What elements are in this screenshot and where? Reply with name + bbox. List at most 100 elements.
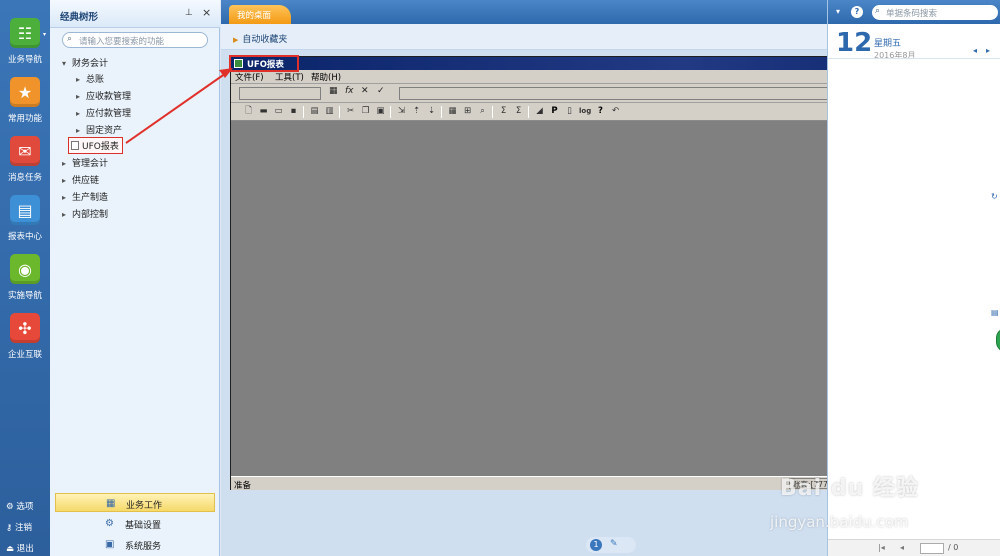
chevron-right-icon: ▸ [62, 210, 67, 219]
exit-button[interactable]: ⏏ 退出 [6, 542, 34, 554]
log-icon[interactable]: log [579, 106, 591, 117]
tree-search-input[interactable]: ⌕ 请输入您要搜索的功能 [62, 32, 208, 48]
tree-node-manufacturing[interactable]: ▸ 生产制造 [62, 190, 108, 203]
main-tab-bar: 我的桌面 [221, 0, 827, 24]
envelope-icon: ✉ [10, 136, 40, 166]
tab-basic-settings[interactable]: ⚙ 基础设置 [55, 514, 215, 533]
toolbar-separator [492, 106, 493, 118]
options-button[interactable]: ⚙ 选项 [6, 500, 33, 512]
page-dot[interactable]: 1 [590, 539, 602, 551]
auto-favorites-link[interactable]: 自动收藏夹 [233, 32, 287, 45]
rail-item-implementation-nav[interactable]: ◉ 实施导航 [0, 254, 50, 312]
tree-node-internal-control[interactable]: ▸ 内部控制 [62, 207, 108, 220]
page-total: / 0 [948, 543, 959, 552]
chevron-right-icon: ▸ [76, 92, 81, 101]
confirm-formula-icon[interactable]: ✓ [377, 86, 385, 96]
rail-item-messages[interactable]: ✉ 消息任务 [0, 136, 50, 194]
logout-button[interactable]: ⚷ 注销 [6, 521, 32, 533]
menu-tools[interactable]: 工具(T) [275, 71, 304, 83]
sort-desc-icon[interactable]: ⇣ [426, 106, 437, 117]
tab-business-work[interactable]: ▦ 业务工作 [55, 493, 215, 512]
cell-reference-input[interactable] [239, 87, 321, 100]
fill-icon[interactable]: ⇲ [396, 106, 407, 117]
ledger-icon: ▦ [106, 498, 116, 509]
message-icon[interactable]: ▤ [991, 308, 1000, 318]
merge-icon[interactable]: ⊞ [462, 106, 473, 117]
calendar-day: 12 [836, 28, 873, 58]
close-icon[interactable]: × [202, 6, 211, 19]
copy-icon[interactable]: ❐ [360, 106, 371, 117]
chevron-right-icon: ▸ [62, 159, 67, 168]
page-number-input[interactable] [920, 543, 944, 554]
ledger-icon: ☷ [10, 18, 40, 48]
sort-asc-icon[interactable]: ⇡ [411, 106, 422, 117]
chart-icon[interactable]: ◢ [534, 106, 545, 117]
tree-node-payables[interactable]: ▸ 应付款管理 [76, 106, 131, 119]
toolbar-separator [339, 106, 340, 118]
chevron-right-icon: ▸ [62, 193, 67, 202]
help-pointer-icon[interactable]: ? [595, 106, 606, 117]
p-icon[interactable]: P [549, 106, 560, 117]
baidu-watermark-logo: Bai du 经验 [780, 476, 919, 501]
find-icon[interactable]: ⌕ [477, 106, 488, 117]
function-wizard-icon[interactable]: ▦ [329, 86, 338, 96]
tab-my-desktop[interactable]: 我的桌面 [229, 5, 291, 24]
chevron-left-icon[interactable]: ◂ [973, 46, 977, 55]
open-folder-icon[interactable]: ▬ [258, 106, 269, 117]
paste-icon[interactable]: ▣ [375, 106, 386, 117]
tree-node-ufo-report[interactable]: UFO报表 [68, 137, 123, 154]
sum-icon[interactable]: Σ [498, 106, 509, 117]
column-icon[interactable]: ▯ [564, 106, 575, 117]
pin-icon[interactable]: ⊥ [185, 8, 193, 18]
tab-system-service[interactable]: ▣ 系统服务 [55, 535, 215, 554]
chevron-right-icon: ▸ [76, 109, 81, 118]
tree-panel-title: 经典树形 [60, 12, 99, 23]
print-icon[interactable]: ▥ [324, 106, 335, 117]
barcode-search-input[interactable]: ⌕ 单据条码搜索 [872, 5, 998, 20]
help-icon[interactable]: ? [851, 6, 863, 18]
sum-all-icon[interactable]: Σ [513, 106, 524, 117]
compass-icon: ◉ [10, 254, 40, 284]
tree-panel-header: 经典树形 ⊥ × [50, 0, 220, 28]
report-icon: ▤ [10, 195, 40, 225]
menu-file[interactable]: 文件(F) [235, 71, 264, 83]
status-ready-text: 准备 [234, 481, 252, 491]
rail-item-enterprise-connect[interactable]: ✣ 企业互联 [0, 313, 50, 371]
menu-help[interactable]: 帮助(H) [311, 71, 341, 83]
chevron-down-icon[interactable]: ▾ [836, 7, 840, 16]
tree-node-receivables[interactable]: ▸ 应收款管理 [76, 89, 131, 102]
fx-icon[interactable]: fx [345, 86, 354, 96]
cancel-formula-icon[interactable]: ✕ [361, 86, 369, 96]
grid-icon[interactable]: ▦ [447, 106, 458, 117]
calendar-list [828, 58, 1000, 538]
tree-node-general-ledger[interactable]: ▸ 总账 [76, 72, 104, 85]
first-page-icon[interactable]: |◂ [878, 543, 885, 552]
chevron-down-icon[interactable]: ▾ [43, 31, 46, 38]
tree-node-financial-accounting[interactable]: ▾ 财务会计 [62, 56, 108, 69]
edit-icon[interactable]: ✎ [610, 539, 618, 549]
new-file-icon[interactable]: 🗋 [243, 106, 254, 117]
print-preview-icon[interactable]: ▤ [309, 106, 320, 117]
baidu-watermark-url: jingyan.baidu.com [770, 513, 909, 531]
right-top-bar: ▾ ? ⌕ 单据条码搜索 [828, 0, 1000, 24]
tree-node-fixed-assets[interactable]: ▸ 固定资产 [76, 123, 122, 136]
chevron-right-icon[interactable]: ▸ [986, 46, 990, 55]
prev-page-icon[interactable]: ◂ [900, 543, 904, 552]
chevron-down-icon: ▾ [62, 59, 67, 68]
undo-icon[interactable]: ↶ [610, 106, 621, 117]
cut-icon[interactable]: ✂ [345, 106, 356, 117]
rail-item-business-nav[interactable]: ☷ 业务导航 ▾ [0, 18, 50, 76]
rail-item-report-center[interactable]: ▤ 报表中心 [0, 195, 50, 253]
key-icon: ⚷ [6, 523, 13, 533]
right-pager: |◂ ◂ / 0 [828, 539, 1000, 556]
save-icon[interactable]: ▪ [288, 106, 299, 117]
tree-node-supply-chain[interactable]: ▸ 供应链 [62, 173, 99, 186]
refresh-icon[interactable]: ↻ [991, 192, 1000, 202]
gear-icon: ⚙ [105, 518, 114, 529]
rail-item-common-functions[interactable]: ★ 常用功能 [0, 77, 50, 135]
tree-bottom-tabs: ▦ 业务工作 ⚙ 基础设置 ▣ 系统服务 [50, 490, 220, 556]
copy-doc-icon[interactable]: ▭ [273, 106, 284, 117]
network-icon: ✣ [10, 313, 40, 343]
tree-node-management-accounting[interactable]: ▸ 管理会计 [62, 156, 108, 169]
left-nav-rail: ☷ 业务导航 ▾ ★ 常用功能 ✉ 消息任务 ▤ 报表中心 ◉ 实施导航 ✣ 企… [0, 0, 50, 556]
